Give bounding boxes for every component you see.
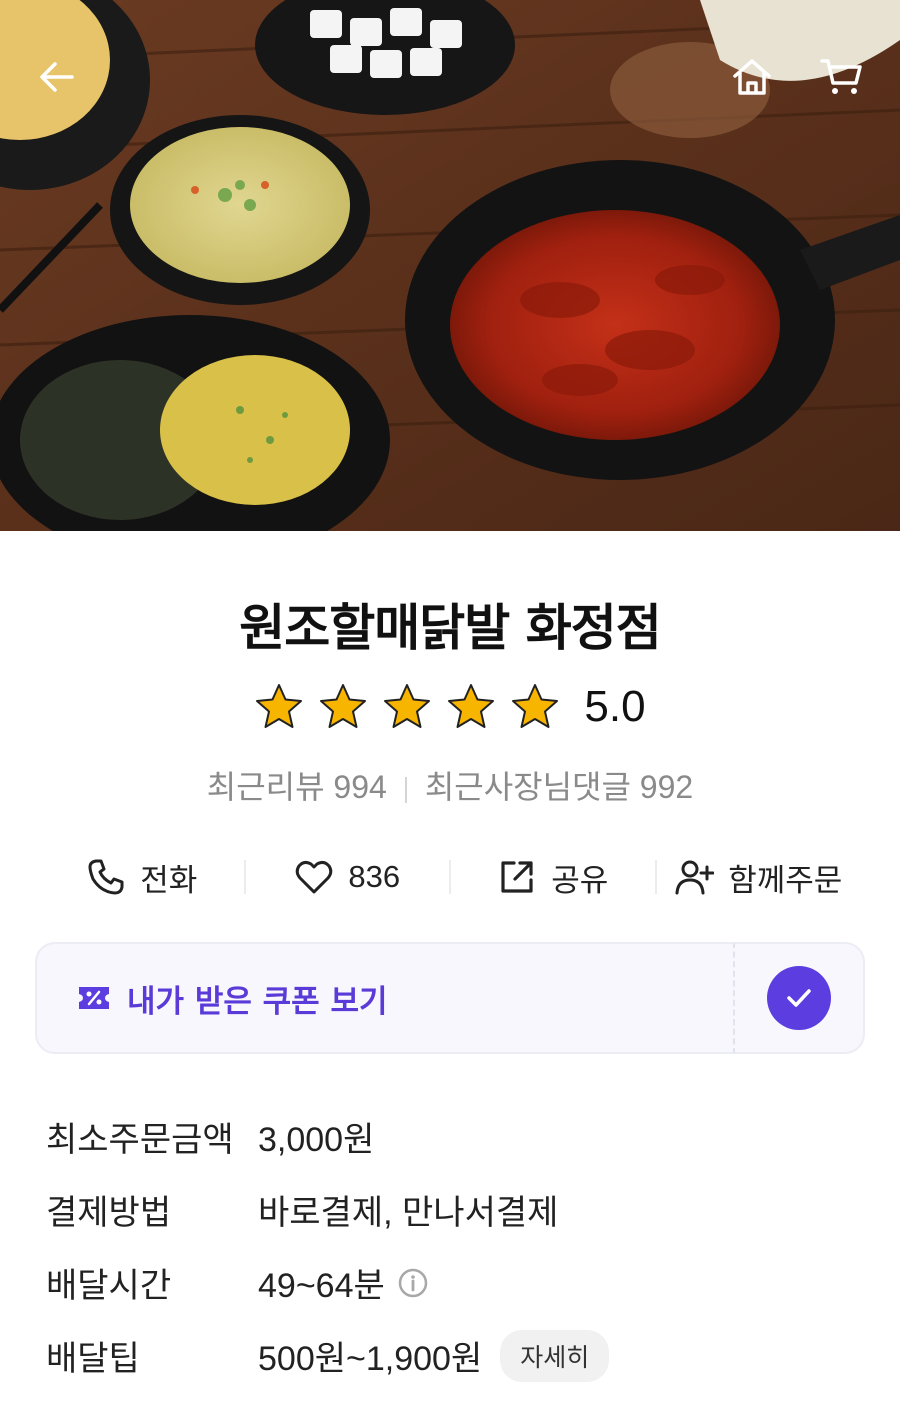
- delivery-time-value: 49~64분: [258, 1267, 385, 1305]
- call-label: 전화: [140, 862, 198, 898]
- like-count: 836: [348, 859, 401, 894]
- info-row-delivery-time: 배달시간 49~64분: [46, 1246, 866, 1319]
- heart-icon: [296, 860, 333, 894]
- coupon-icon: [79, 987, 109, 1009]
- home-button[interactable]: [727, 52, 777, 102]
- add-person-icon: [675, 860, 715, 895]
- delivery-time-label: 배달시간: [46, 1267, 172, 1305]
- info-row-min-order: 최소주문금액 3,000원: [46, 1100, 866, 1173]
- recent-reviews-link[interactable]: 최근리뷰 994: [207, 769, 387, 805]
- star-icon: [256, 684, 303, 728]
- delivery-tip-value: 500원~1,900원: [258, 1340, 483, 1378]
- share-button[interactable]: 공유: [451, 855, 655, 900]
- review-counts: 최근리뷰 994 최근사장님댓글 992: [0, 762, 900, 808]
- min-order-label: 최소주문금액: [46, 1121, 234, 1159]
- payment-label: 결제방법: [46, 1194, 172, 1232]
- delivery-time-group: 49~64분: [258, 1258, 429, 1307]
- back-button[interactable]: [32, 52, 82, 102]
- coupon-action-area: [735, 942, 865, 1054]
- coupon-check-button[interactable]: [767, 966, 831, 1030]
- hero-food-photo: [0, 0, 900, 531]
- share-icon: [501, 861, 533, 893]
- call-button[interactable]: 전화: [40, 855, 244, 900]
- cart-icon: [820, 59, 862, 94]
- info-icon[interactable]: [397, 1267, 429, 1299]
- home-icon: [733, 59, 771, 95]
- coupon-banner: 내가 받은 쿠폰 보기: [35, 942, 865, 1054]
- star-icon: [320, 684, 367, 728]
- info-row-payment: 결제방법 바로결제, 만나서결제: [46, 1173, 866, 1246]
- group-order-button[interactable]: 함께주문: [657, 855, 861, 900]
- rating-row: 5.0: [0, 682, 900, 732]
- min-order-value: 3,000원: [258, 1121, 375, 1159]
- star-icon: [448, 684, 495, 728]
- rating-score: 5.0: [584, 682, 646, 731]
- store-name: 원조할매닭발 화정점: [239, 599, 661, 657]
- star-icon: [384, 684, 431, 728]
- like-button[interactable]: 836: [246, 857, 450, 897]
- share-label: 공유: [551, 862, 609, 898]
- delivery-tip-label: 배달팁: [46, 1340, 140, 1378]
- delivery-tip-group: 500원~1,900원 자세히: [258, 1329, 610, 1382]
- phone-icon: [88, 859, 124, 895]
- cart-button[interactable]: [817, 52, 867, 102]
- star-icon: [512, 684, 559, 728]
- delivery-tip-detail-button[interactable]: 자세히: [500, 1329, 610, 1382]
- coupon-label: 내가 받은 쿠폰 보기: [127, 983, 388, 1020]
- info-row-delivery-tip: 배달팁 500원~1,900원 자세히: [46, 1319, 866, 1392]
- owner-replies-link[interactable]: 최근사장님댓글 992: [425, 769, 693, 805]
- store-info: 최소주문금액 3,000원 결제방법 바로결제, 만나서결제 배달시간 49~6…: [46, 1100, 866, 1392]
- view-coupons-button[interactable]: 내가 받은 쿠폰 보기: [35, 942, 735, 1054]
- divider: [404, 776, 407, 803]
- payment-value: 바로결제, 만나서결제: [258, 1194, 559, 1232]
- check-icon: [787, 989, 811, 1007]
- action-bar: 전화 836 공유 함께주문: [40, 845, 860, 909]
- arrow-left-icon: [40, 62, 74, 92]
- group-order-label: 함께주문: [728, 862, 843, 898]
